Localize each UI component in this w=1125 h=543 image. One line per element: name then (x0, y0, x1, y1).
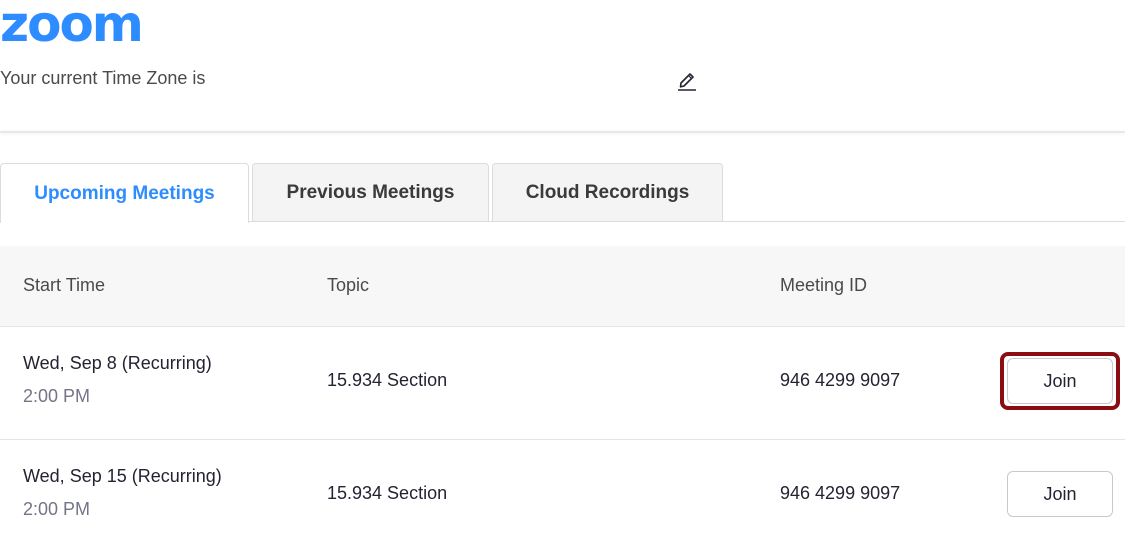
table-row: Wed, Sep 15 (Recurring) 2:00 PM 15.934 S… (0, 440, 1125, 543)
column-header-meeting-id: Meeting ID (780, 275, 868, 295)
tab-upcoming-meetings[interactable]: Upcoming Meetings (0, 163, 249, 223)
meeting-topic: 15.934 Section (327, 483, 448, 503)
meeting-time: 2:00 PM (23, 499, 91, 519)
tab-cloud-recordings[interactable]: Cloud Recordings (492, 163, 723, 221)
header-divider (0, 131, 1125, 133)
zoom-meetings-page: zoom Your current Time Zone is Upcoming … (0, 0, 1125, 543)
meeting-date: Wed, Sep 15 (Recurring) (23, 466, 222, 486)
zoom-logo: zoom (0, 0, 144, 53)
tab-previous-meetings[interactable]: Previous Meetings (252, 163, 489, 221)
join-button[interactable]: Join (1007, 358, 1113, 404)
meeting-time: 2:00 PM (23, 386, 91, 406)
tab-label: Upcoming Meetings (34, 182, 215, 204)
meeting-id: 946 4299 9097 (780, 370, 901, 390)
meeting-topic: 15.934 Section (327, 370, 448, 390)
tab-label: Cloud Recordings (525, 181, 690, 203)
column-header-topic: Topic (327, 275, 370, 295)
timezone-label: Your current Time Zone is (0, 68, 206, 88)
table-row: Wed, Sep 8 (Recurring) 2:00 PM 15.934 Se… (0, 327, 1125, 440)
join-button[interactable]: Join (1007, 471, 1113, 517)
column-header-start-time: Start Time (23, 275, 106, 295)
meeting-id: 946 4299 9097 (780, 483, 901, 503)
tab-label: Previous Meetings (286, 181, 455, 203)
meeting-date: Wed, Sep 8 (Recurring) (23, 353, 212, 373)
table-header: Start Time Topic Meeting ID (0, 246, 1125, 327)
pencil-icon[interactable] (676, 68, 698, 92)
